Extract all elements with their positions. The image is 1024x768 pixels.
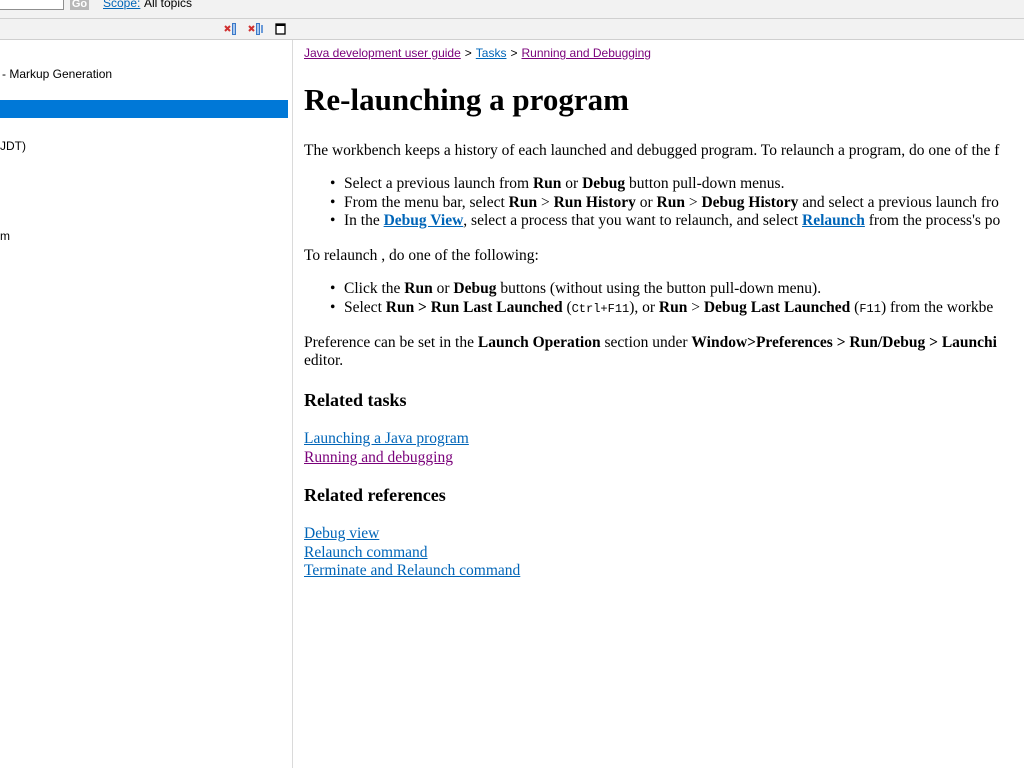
preference-text: Preference can be set in the Launch Oper… [304,334,997,351]
nav-item-m[interactable]: m [0,229,10,243]
search-input[interactable] [0,0,64,10]
nav-item-selected[interactable] [0,100,288,118]
breadcrumb-running-debugging[interactable]: Running and Debugging [522,46,651,60]
content-toolbar [293,18,1024,40]
remove-search-results-icon[interactable] [223,22,239,36]
remove-all-icon[interactable] [248,22,264,36]
scope-link[interactable]: Scope: [103,0,140,10]
go-button[interactable]: Go [70,0,89,10]
nav-toolbar [0,18,293,40]
list-item: Click the Run or Debug buttons (without … [304,280,993,299]
link-launching-java-program[interactable]: Launching a Java program [304,430,469,449]
related-tasks-list: Launching a Java program Running and deb… [304,430,469,467]
relaunch-link[interactable]: Relaunch [802,212,865,229]
intro-text: The workbench keeps a history of each la… [304,142,1000,159]
maximize-icon[interactable] [273,22,289,36]
related-references-list: Debug view Relaunch command Terminate an… [304,525,520,581]
list-item: In the Debug View, select a process that… [304,212,1000,231]
nav-item-jdt[interactable]: JDT) [0,139,26,153]
link-running-and-debugging[interactable]: Running and debugging [304,449,469,468]
link-relaunch-command[interactable]: Relaunch command [304,544,520,563]
breadcrumb: Java development user guide > Tasks > Runnin… [304,46,651,60]
related-references-heading: Related references [304,485,446,505]
list-item: Select a previous launch from Run or Deb… [304,175,1000,194]
toc-pane: - Markup Generation JDT) m [0,40,293,768]
link-debug-view[interactable]: Debug view [304,525,520,544]
breadcrumb-tasks[interactable]: Tasks [476,46,507,60]
related-tasks-heading: Related tasks [304,390,407,410]
list-item: Select Run > Run Last Launched (Ctrl+F11… [304,299,993,319]
relaunch-intro-text: To relaunch , do one of the following: [304,247,539,264]
page-title: Re-launching a program [304,82,629,117]
relaunch-methods-list: Select a previous launch from Run or Deb… [304,175,1000,231]
list-item: From the menu bar, select Run > Run Hist… [304,194,1000,213]
nav-item-markup-generation[interactable]: - Markup Generation [2,67,112,81]
scope-value: All topics [144,0,193,10]
preference-text-cont: editor. [304,352,344,369]
debug-view-link[interactable]: Debug View [384,212,464,229]
relaunch-shortcuts-list: Click the Run or Debug buttons (without … [304,280,993,318]
breadcrumb-java-dev-guide[interactable]: Java development user guide [304,46,461,60]
search-bar: Go Scope: All topics [0,0,1024,18]
link-terminate-relaunch-command[interactable]: Terminate and Relaunch command [304,562,520,581]
